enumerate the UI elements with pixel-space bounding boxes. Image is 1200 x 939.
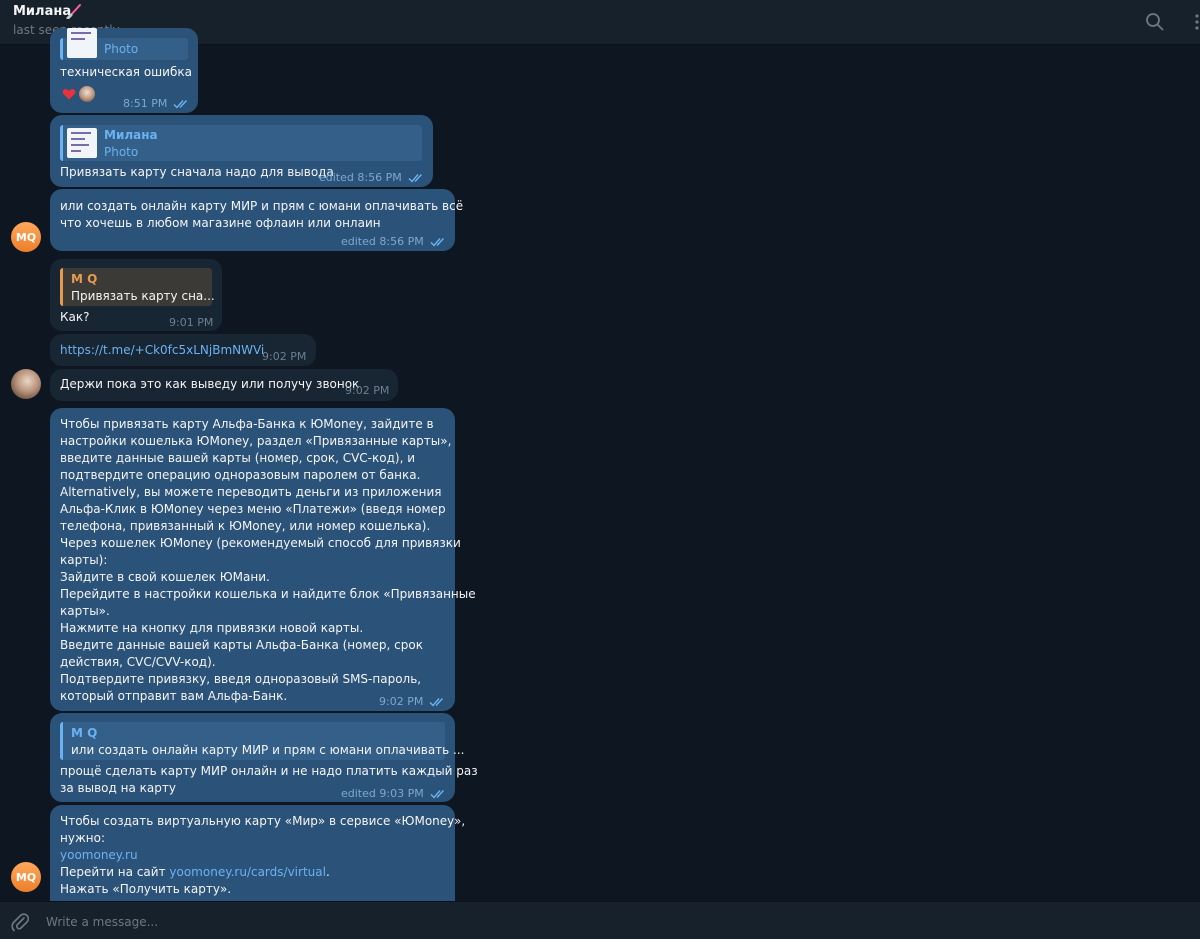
reply-quote[interactable]: M Q или создать онлайн карту МИР и прям … xyxy=(60,722,465,760)
message-text-line: Альфа-Клик в ЮMoney через меню «Платежи»… xyxy=(60,502,446,516)
photo-thumbnail xyxy=(67,28,97,58)
reactions[interactable] xyxy=(62,86,95,102)
message-composer xyxy=(0,901,1200,939)
message-text-line: Через кошелек ЮMoney (рекомендуемый спос… xyxy=(60,536,461,550)
photo-thumbnail xyxy=(67,128,97,158)
message-text-line: Введите данные вашей карты Альфа-Банка (… xyxy=(60,638,423,652)
message-text: техническая ошибка xyxy=(60,65,192,79)
message-text-line: телефона, привязанный к ЮMoney, или номе… xyxy=(60,519,431,533)
message-text-line: за вывод на карту xyxy=(60,781,176,795)
message-meta: edited 9:03 PM xyxy=(341,785,448,802)
quote-subtitle: Photo xyxy=(104,145,139,159)
double-check-icon xyxy=(430,237,444,247)
message-meta: edited 8:56 PM xyxy=(341,233,448,250)
more-vertical-icon[interactable] xyxy=(1185,13,1200,31)
message-text-line: Перейдите в настройки кошелька и найдите… xyxy=(60,587,476,601)
message-time: 8:51 PM xyxy=(123,97,168,110)
message-meta: 9:02 PM xyxy=(379,693,447,710)
message-text-line: прощё сделать карту МИР онлайн и не надо… xyxy=(60,764,478,778)
message-time: 9:02 PM xyxy=(262,350,307,363)
message-meta: 8:51 PM xyxy=(123,95,191,112)
avatar[interactable] xyxy=(11,369,41,399)
message-bubble[interactable]: Чтобы привязать карту Альфа-Банка к ЮMon… xyxy=(50,408,476,711)
message-time: edited 8:56 PM xyxy=(319,171,402,184)
message-time: edited 9:03 PM xyxy=(341,787,424,800)
reply-quote[interactable]: M Q Привязать карту сна... xyxy=(60,268,215,306)
message-text-line: Нажмите на кнопку для привязки новой кар… xyxy=(60,621,364,635)
attach-paperclip-icon[interactable] xyxy=(11,912,29,932)
message-text-line: Зайдите в свой кошелек ЮМани. xyxy=(60,570,270,584)
quote-author: Милана xyxy=(104,128,158,142)
message-text-line: Перейти на сайт yoomoney.ru/cards/virtua… xyxy=(60,864,330,881)
message-time: 9:02 PM xyxy=(345,384,390,397)
quote-author: M Q xyxy=(71,272,98,286)
double-check-icon xyxy=(429,697,444,707)
contact-name[interactable]: Милана xyxy=(13,4,71,19)
message-text-line: нужно: xyxy=(60,831,105,845)
message-meta: edited 8:56 PM xyxy=(319,169,426,186)
message-text: Как? xyxy=(60,310,90,324)
message-text-line: подтвердите операцию одноразовым паролем… xyxy=(60,468,421,482)
message-bubble[interactable]: или создать онлайн карту МИР и прям с юм… xyxy=(50,189,463,251)
reply-quote[interactable]: Милана Photo xyxy=(60,125,422,161)
message-time: 9:02 PM xyxy=(379,695,424,708)
quote-text: или создать онлайн карту МИР и прям с юм… xyxy=(71,743,465,757)
message-time: edited 8:56 PM xyxy=(341,235,424,248)
quote-author: M Q xyxy=(71,726,98,740)
message-link[interactable]: https://t.me/+Ck0fc5xLNjBmNWVi xyxy=(60,342,264,359)
message-link[interactable]: yoomoney.ru/cards/virtual xyxy=(169,865,326,879)
message-text-line: действия, CVC/CVV-код). xyxy=(60,655,216,669)
message-text-line: Чтобы привязать карту Альфа-Банка к ЮMon… xyxy=(60,417,434,431)
message-text-line: что хочешь в любом магазине офлаин или о… xyxy=(60,216,381,230)
message-text: Привязать карту сначала надо для вывода xyxy=(60,165,334,179)
message-text-line: или создать онлайн карту МИР и прям с юм… xyxy=(60,199,464,213)
message-text-line: который отправит вам Альфа-Банк. xyxy=(60,689,288,703)
message-link[interactable]: yoomoney.ru xyxy=(60,847,138,864)
avatar[interactable]: MQ xyxy=(11,862,41,892)
message-time: 9:01 PM xyxy=(169,316,214,329)
double-check-icon xyxy=(430,789,444,799)
reaction-avatar xyxy=(79,86,95,102)
message-text-line: Чтобы создать виртуальную карту «Мир» в … xyxy=(60,814,466,828)
reply-quote[interactable]: Photo xyxy=(60,28,188,60)
message-text-line: карты». xyxy=(60,604,110,618)
lightsaber-emoji-icon xyxy=(66,4,81,19)
heart-icon[interactable] xyxy=(62,87,76,101)
message-text-line: Alternatively, вы можете переводить день… xyxy=(60,485,442,499)
message-text-line: введите данные вашей карты (номер, срок,… xyxy=(60,451,416,465)
message-meta: 9:02 PM xyxy=(262,348,306,365)
double-check-icon xyxy=(173,99,188,109)
message-bubble[interactable]: Photo техническая ошибка 8:51 PM xyxy=(50,28,198,113)
line-suffix: . xyxy=(325,865,330,879)
message-bubble[interactable]: M Q Привязать карту сна... Как? 9:01 PM xyxy=(50,259,222,331)
double-check-icon xyxy=(408,173,422,183)
message-meta: 9:01 PM xyxy=(169,314,213,331)
message-input[interactable] xyxy=(44,909,1148,935)
message-text: Держи пока это как выведу или получу зво… xyxy=(60,377,360,391)
message-bubble[interactable]: https://t.me/+Ck0fc5xLNjBmNWVi 9:02 PM xyxy=(50,334,316,366)
search-icon[interactable] xyxy=(1145,12,1165,32)
message-text-line: Подтвердите привязку, введя одноразовый … xyxy=(60,672,422,686)
message-bubble[interactable]: Держи пока это как выведу или получу зво… xyxy=(50,369,398,401)
avatar[interactable]: MQ xyxy=(11,222,41,252)
message-text-line: карты): xyxy=(60,553,108,567)
quote-text: Привязать карту сна... xyxy=(71,289,215,303)
message-text-line: настройки кошелька ЮMoney, раздел «Привя… xyxy=(60,434,452,448)
line-prefix: Перейти на сайт xyxy=(60,865,170,879)
message-bubble[interactable]: M Q или создать онлайн карту МИР и прям … xyxy=(50,713,478,802)
message-bubble[interactable]: Милана Photo Привязать карту сначала над… xyxy=(50,115,433,187)
quote-subtitle: Photo xyxy=(104,42,139,56)
message-text-line: Нажать «Получить карту». xyxy=(60,882,232,896)
message-meta: 9:02 PM xyxy=(345,382,389,399)
